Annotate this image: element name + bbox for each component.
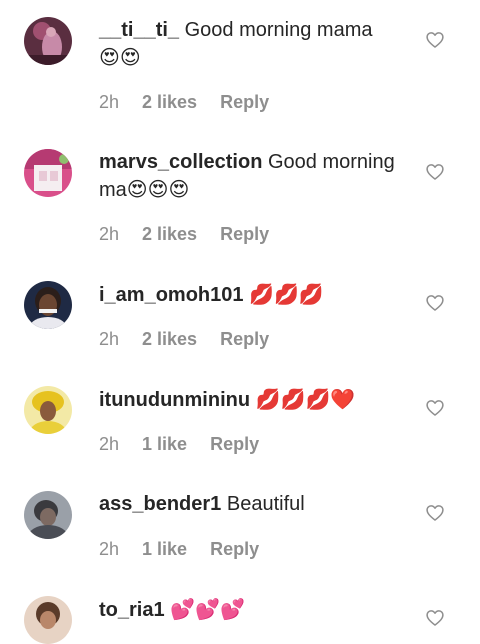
reply-button[interactable]: Reply bbox=[220, 224, 269, 245]
avatar[interactable] bbox=[24, 149, 72, 197]
comment-meta: 2h 1 like Reply bbox=[99, 434, 259, 455]
comment-username[interactable]: i_am_omoh101 bbox=[99, 284, 244, 306]
comment-emoji: 💋💋💋❤️ bbox=[255, 387, 356, 411]
heart-outline-icon[interactable] bbox=[425, 30, 445, 50]
comment-username[interactable]: itunudunmininu bbox=[99, 389, 250, 411]
comment-body: itunudunmininu 💋💋💋❤️ bbox=[99, 386, 411, 414]
comment-meta: 2h 2 likes Reply bbox=[99, 92, 269, 113]
comment-likes[interactable]: 2 likes bbox=[142, 224, 197, 245]
comment-text: Good morning mama bbox=[184, 19, 373, 41]
reply-button[interactable]: Reply bbox=[220, 329, 269, 350]
comment-body: __ti__ti_ Good morning mama 😍😍 bbox=[99, 17, 411, 72]
comment-likes[interactable]: 1 like bbox=[142, 539, 187, 560]
comment-emoji: 💕💕💕 bbox=[170, 597, 245, 621]
comment-likes[interactable]: 1 like bbox=[142, 434, 187, 455]
avatar[interactable] bbox=[24, 386, 72, 434]
avatar[interactable] bbox=[24, 281, 72, 329]
comment-time: 2h bbox=[99, 224, 120, 244]
comment-emoji: 😍😍 bbox=[99, 45, 141, 69]
comment-likes[interactable]: 2 likes bbox=[142, 329, 197, 350]
comment-text: Beautiful bbox=[226, 493, 305, 515]
comment-time: 2h bbox=[99, 329, 120, 349]
avatar[interactable] bbox=[24, 17, 72, 65]
comment-time: 2h bbox=[99, 92, 120, 112]
comment-username[interactable]: ass_bender1 bbox=[99, 493, 221, 515]
comment-username[interactable]: marvs_collection bbox=[99, 151, 262, 173]
comment-body: marvs_collection Good morning ma😍😍😍 bbox=[99, 149, 411, 204]
comment-body: i_am_omoh101 💋💋💋 bbox=[99, 281, 411, 309]
comment-username[interactable]: __ti__ti_ bbox=[99, 19, 179, 41]
reply-button[interactable]: Reply bbox=[210, 434, 259, 455]
comment-emoji: 💋💋💋 bbox=[249, 282, 324, 306]
reply-button[interactable]: Reply bbox=[220, 92, 269, 113]
heart-outline-icon[interactable] bbox=[425, 293, 445, 313]
comment-likes[interactable]: 2 likes bbox=[142, 92, 197, 113]
comment-emoji: 😍😍😍 bbox=[126, 177, 190, 201]
comment-username[interactable]: to_ria1 bbox=[99, 599, 165, 621]
comment-meta: 2h 1 like Reply bbox=[99, 539, 259, 560]
heart-outline-icon[interactable] bbox=[425, 398, 445, 418]
heart-outline-icon[interactable] bbox=[425, 608, 445, 628]
comment-meta: 2h 2 likes Reply bbox=[99, 224, 269, 245]
reply-button[interactable]: Reply bbox=[210, 539, 259, 560]
heart-outline-icon[interactable] bbox=[425, 162, 445, 182]
avatar[interactable] bbox=[24, 491, 72, 539]
heart-outline-icon[interactable] bbox=[425, 503, 445, 523]
comment-time: 2h bbox=[99, 434, 120, 454]
comment-meta: 2h 2 likes Reply bbox=[99, 329, 269, 350]
comment-time: 2h bbox=[99, 539, 120, 559]
avatar[interactable] bbox=[24, 596, 72, 644]
comment-body: ass_bender1 Beautiful bbox=[99, 491, 411, 518]
